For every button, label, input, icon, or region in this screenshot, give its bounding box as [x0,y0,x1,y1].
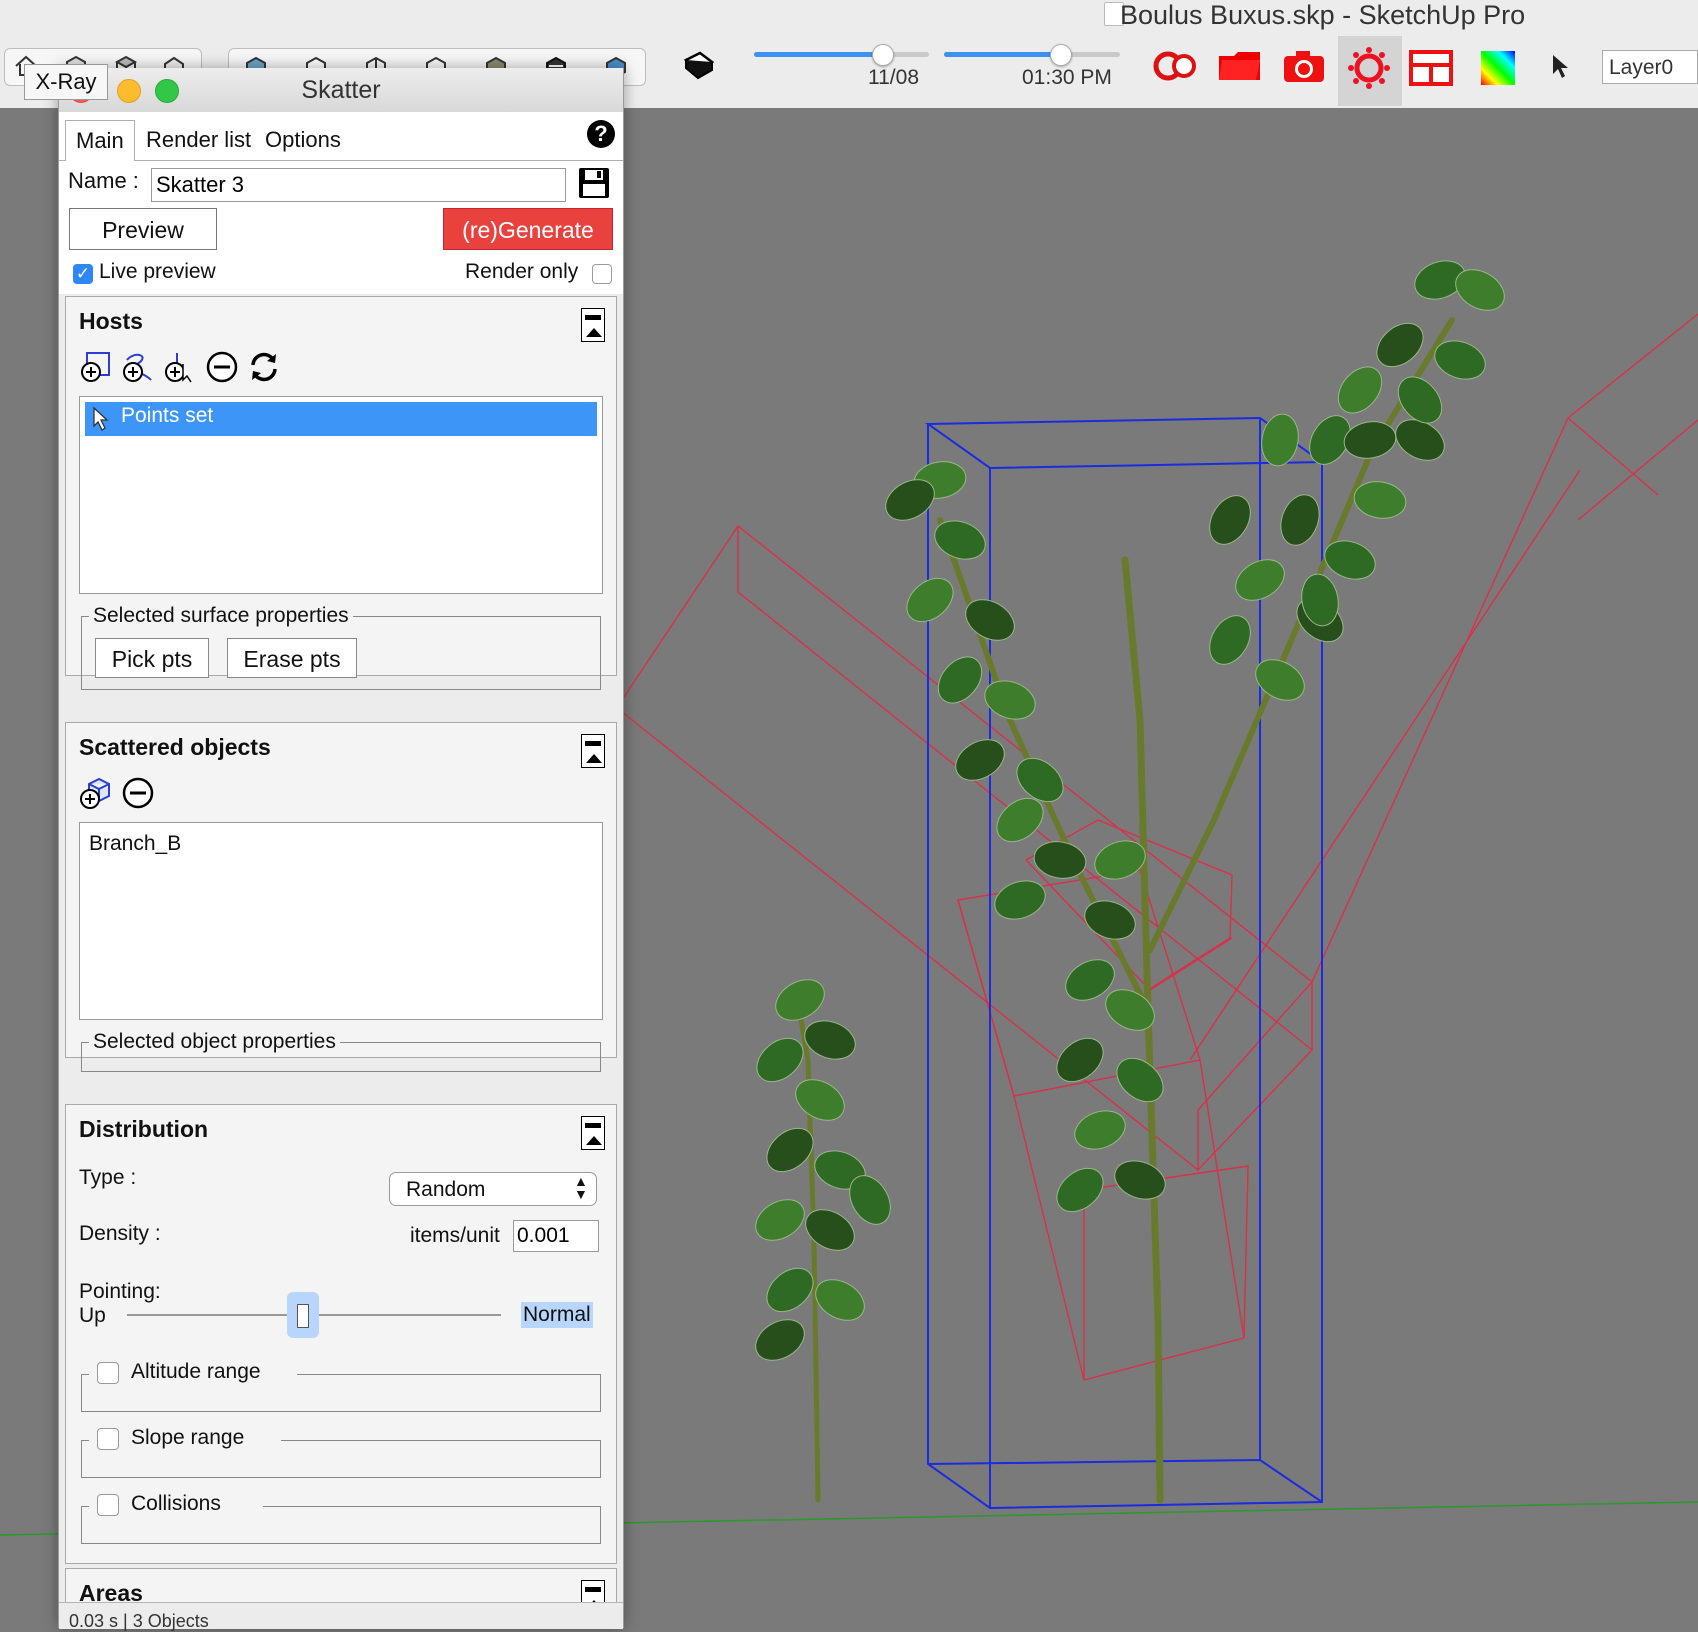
hosts-collapse-button[interactable] [581,308,605,342]
time-slider-fill [944,52,1061,57]
slope-range-checkbox[interactable] [97,1428,119,1450]
date-slider[interactable] [754,52,929,57]
object-properties-legend: Selected object properties [89,1030,340,1054]
status-bar: 0.03 s | 3 Objects [59,1602,623,1631]
app-title: Boulus Buxus.skp - SketchUp Pro [1120,0,1526,30]
type-select-value: Random [406,1178,486,1201]
tab-render-list[interactable]: Render list [136,120,261,160]
slope-range-label: Slope range [131,1426,245,1449]
open-folder-icon[interactable] [1216,46,1264,86]
scattered-collapse-button[interactable] [581,734,605,768]
date-slider-fill [754,52,882,57]
save-icon[interactable] [577,166,611,200]
list-item[interactable]: Branch_B [89,832,181,856]
density-unit-label: items/unit [410,1224,500,1247]
density-label: Density : [79,1222,161,1245]
camera-icon[interactable] [1280,46,1328,86]
render-only-label: Render only [465,260,579,283]
time-slider[interactable] [944,52,1120,57]
add-component-icon[interactable] [79,776,113,810]
pointing-normal-label: Normal [521,1302,593,1328]
altitude-range-label: Altitude range [131,1360,261,1383]
scattered-objects-title: Scattered objects [79,734,271,760]
remove-host-icon[interactable] [205,350,239,384]
tab-options[interactable]: Options [255,120,351,160]
distribution-title: Distribution [79,1116,209,1142]
shadows-icon[interactable] [680,48,716,84]
live-preview-checkbox[interactable]: ✓ [73,264,93,284]
name-input[interactable] [151,168,566,202]
skatter-plugin-icon[interactable] [1346,46,1392,90]
select-arrow-icon[interactable] [1548,52,1574,82]
surface-properties-legend: Selected surface properties [89,604,353,628]
erase-pts-button[interactable]: Erase pts [227,638,357,678]
density-input[interactable] [513,1220,599,1252]
help-icon[interactable]: ? [587,120,615,148]
pointing-slider-thumb[interactable] [286,1292,319,1338]
status-text: 0.03 s | 3 Objects [69,1611,209,1631]
pick-pts-button[interactable]: Pick pts [95,638,209,678]
select-arrows-icon: ▲ ▼ [574,1173,588,1202]
xray-tooltip: X-Ray [24,64,108,100]
live-preview-label: Live preview [99,260,216,283]
pointing-up-label: Up [79,1304,106,1327]
pointing-label: Pointing: [79,1280,161,1303]
skatter-window: Skatter Main Render list Options ? Name … [58,68,624,1631]
time-slider-knob[interactable] [1050,44,1073,66]
add-face-host-icon[interactable] [79,350,113,384]
window-title: Skatter [301,76,381,104]
slider-thumb-grip [296,1304,309,1328]
date-slider-knob[interactable] [871,44,894,66]
name-label: Name : [68,168,139,193]
tab-divider [59,160,623,161]
time-value: 01:30 PM [1022,66,1112,89]
hosts-title: Hosts [79,308,143,334]
grid-layout-icon[interactable] [1408,48,1454,88]
refresh-hosts-icon[interactable] [247,350,281,384]
type-select[interactable]: Random ▲ ▼ [389,1172,597,1206]
date-value: 11/08 [868,66,919,89]
type-label: Type : [79,1166,137,1189]
tab-main[interactable]: Main [65,120,135,161]
render-only-checkbox[interactable] [592,264,612,284]
render-plugin-icon[interactable] [1152,46,1200,86]
regenerate-button[interactable]: (re)Generate [443,208,613,250]
color-palette-icon[interactable] [1478,48,1518,88]
altitude-range-checkbox[interactable] [97,1362,119,1384]
add-curve-host-icon[interactable] [121,350,155,384]
pointer-icon [93,406,109,431]
collisions-label: Collisions [131,1492,221,1515]
remove-object-icon[interactable] [121,776,155,810]
preview-button[interactable]: Preview [69,208,217,250]
collisions-checkbox[interactable] [97,1494,119,1516]
host-item-label: Points set [121,404,214,427]
layer-dropdown[interactable]: Layer0 [1602,50,1698,84]
distribution-collapse-button[interactable] [581,1116,605,1150]
add-pick-host-icon[interactable] [163,350,197,384]
